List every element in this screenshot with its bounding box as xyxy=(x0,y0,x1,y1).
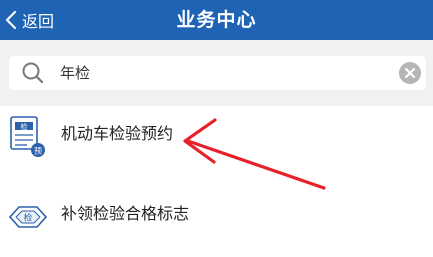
item-label: 机动车检验预约 xyxy=(61,124,174,143)
svg-text:预: 预 xyxy=(34,146,42,156)
list-item-reissue-inspection-sticker[interactable]: 检 补领检验合格标志 xyxy=(0,182,433,244)
clear-icon[interactable] xyxy=(398,61,422,89)
search-value: 年检 xyxy=(60,64,91,82)
svg-text:检: 检 xyxy=(21,122,28,131)
inspection-sticker-icon: 检 xyxy=(8,204,48,234)
list-item-inspection-appointment[interactable]: 检 预 机动车检验预约 xyxy=(0,106,433,168)
svg-text:检: 检 xyxy=(24,213,33,224)
search-input[interactable]: 年检 xyxy=(9,56,426,90)
search-bar: 年检 xyxy=(0,40,433,106)
inspection-appointment-icon: 检 预 xyxy=(9,115,47,163)
list-spacer xyxy=(0,168,433,182)
page-title: 业务中心 xyxy=(176,9,257,31)
search-icon xyxy=(21,61,45,89)
nav-header: 返回 业务中心 xyxy=(0,0,433,40)
item-label: 补领检验合格标志 xyxy=(61,204,190,223)
